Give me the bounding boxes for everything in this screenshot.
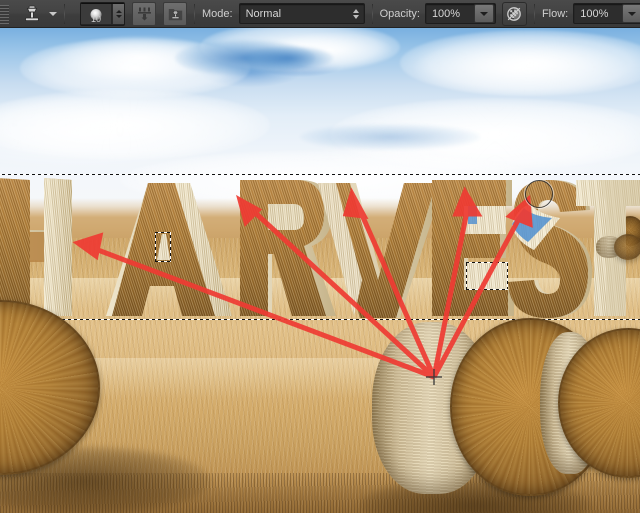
opacity-label: Opacity: <box>379 7 420 20</box>
toggle-clone-source-panel-button[interactable] <box>163 1 187 26</box>
options-separator-4 <box>533 3 535 24</box>
brush-thumbnail: 10 <box>81 3 111 24</box>
brush-size-stepper[interactable] <box>112 3 124 24</box>
mode-select[interactable]: Normal <box>238 3 365 24</box>
clone-stamp-icon[interactable] <box>19 2 45 26</box>
opacity-input[interactable]: 100% <box>424 3 496 24</box>
document-canvas[interactable] <box>0 28 640 513</box>
stepper-down-icon <box>115 14 122 18</box>
pressure-opacity-button[interactable] <box>501 1 527 26</box>
harvest-photo <box>0 28 640 513</box>
toggle-brush-panel-button[interactable] <box>132 1 156 26</box>
stepper-up-icon <box>115 9 122 13</box>
bale-left-foreground <box>0 300 100 475</box>
mode-label: Mode: <box>202 7 233 20</box>
options-separator-2 <box>194 3 195 24</box>
options-separator-1 <box>64 3 65 24</box>
photoshop-window: 10 Mode: Normal Opacity: 100% Flow: 100% <box>0 0 640 513</box>
brush-preset-picker[interactable]: 10 <box>80 1 125 26</box>
caret-up-icon <box>353 8 360 13</box>
flow-label: Flow: <box>541 7 569 20</box>
mode-value: Normal <box>245 7 282 20</box>
tool-options-bar: 10 Mode: Normal Opacity: 100% Flow: 100% <box>0 0 640 28</box>
tool-preset-chevron-down-icon[interactable] <box>49 11 57 16</box>
blue-sky-patch-2 <box>243 46 333 70</box>
opacity-slider-chevron-down-icon[interactable] <box>473 4 494 23</box>
flow-input[interactable]: 100% <box>573 3 640 24</box>
flow-slider-chevron-down-icon[interactable] <box>622 4 640 23</box>
flow-value: 100% <box>580 7 609 20</box>
caret-down-icon <box>353 14 360 19</box>
options-separator-3 <box>371 3 373 24</box>
options-bar-grip[interactable] <box>0 0 11 27</box>
bale-distant <box>596 234 640 260</box>
mode-updown-icon[interactable] <box>350 5 363 22</box>
bale-right-background <box>540 328 640 478</box>
blue-sky-patch-3 <box>300 124 480 150</box>
brush-size-value: 10 <box>90 13 101 24</box>
opacity-value: 100% <box>431 7 461 20</box>
